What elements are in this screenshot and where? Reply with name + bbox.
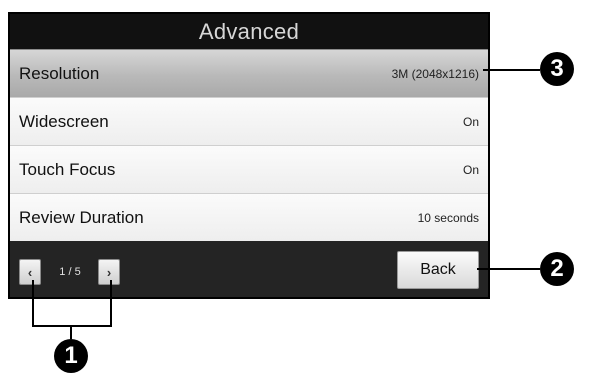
setting-label: Review Duration [19, 207, 144, 227]
callout-marker-2: 2 [540, 252, 574, 286]
setting-row-resolution[interactable]: Resolution 3M (2048x1216) [10, 49, 488, 97]
setting-label: Resolution [19, 63, 100, 83]
chevron-right-icon: › [106, 264, 112, 280]
next-page-button[interactable]: › [98, 259, 120, 285]
callout-marker-3: 3 [540, 52, 574, 86]
setting-value: 10 seconds [417, 210, 479, 225]
callout-1-stem [70, 325, 72, 339]
setting-row-touch-focus[interactable]: Touch Focus On [10, 145, 488, 193]
callout-marker-1: 1 [54, 339, 88, 373]
callout-3-leader-line [483, 69, 540, 71]
setting-value: On [462, 162, 479, 177]
callout-1-bracket-left [32, 280, 34, 327]
callout-1-bracket-bottom [32, 325, 112, 327]
setting-row-widescreen[interactable]: Widescreen On [10, 97, 488, 145]
chevron-left-icon: ‹ [27, 264, 33, 280]
setting-value: 3M (2048x1216) [391, 66, 479, 81]
setting-label: Widescreen [19, 111, 109, 131]
back-button[interactable]: Back [397, 251, 479, 289]
callout-1-bracket-right [110, 280, 112, 327]
camera-settings-screen: Advanced Resolution 3M (2048x1216) Wides… [8, 12, 490, 299]
screen-title: Advanced [10, 14, 488, 49]
bottom-toolbar: ‹ 1 / 5 › Back [10, 241, 488, 297]
setting-label: Touch Focus [19, 159, 116, 179]
setting-value: On [462, 114, 479, 129]
callout-2-leader-line [477, 268, 540, 270]
setting-row-review-duration[interactable]: Review Duration 10 seconds [10, 193, 488, 241]
previous-page-button[interactable]: ‹ [19, 259, 41, 285]
page-indicator: 1 / 5 [59, 266, 81, 278]
